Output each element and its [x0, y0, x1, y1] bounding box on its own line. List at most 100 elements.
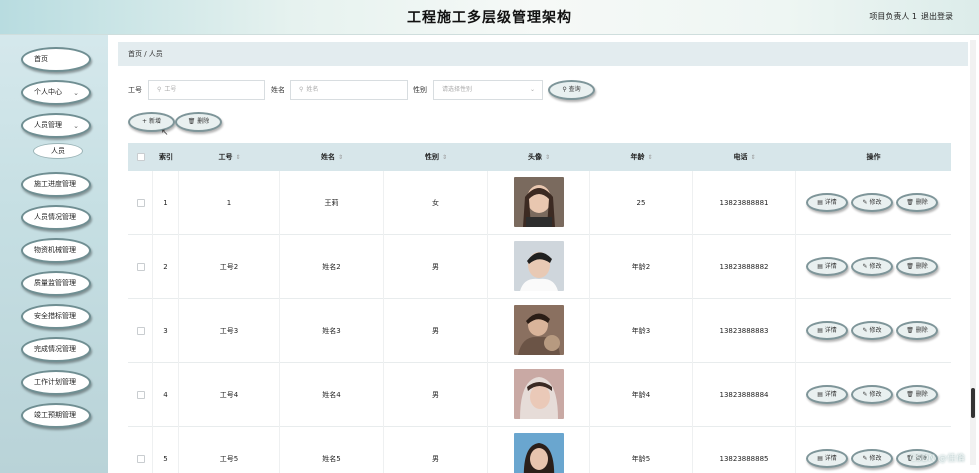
sidebar-item-label: 物资机械管理 [34, 246, 76, 254]
sidebar-item-personal-center[interactable]: 个人中心 ⌄ [21, 80, 91, 105]
scrollbar-thumb[interactable] [971, 388, 975, 418]
sidebar-item-label: 完成情况管理 [34, 345, 76, 353]
sidebar-item-progress[interactable]: 施工进度管理 [21, 172, 91, 197]
col-header-phone[interactable]: 电话 ⇕ [693, 143, 796, 171]
top-bar: 工程施工多层级管理架构 项目负责人 1 退出登录 [0, 0, 979, 35]
row-checkbox[interactable] [137, 455, 145, 463]
col-header-name[interactable]: 姓名 ⇕ [280, 143, 384, 171]
trash-icon: 🗑 [906, 199, 916, 206]
row-checkbox[interactable] [137, 263, 145, 271]
cell-age: 年龄5 [590, 427, 693, 473]
detail-button[interactable]: ▤ 详情 [806, 321, 848, 340]
cell-index: 4 [153, 363, 179, 427]
trash-icon: 🗑 [187, 118, 198, 125]
edit-button[interactable]: ✎ 修改 [851, 321, 893, 340]
cell-age: 25 [590, 171, 693, 235]
detail-button[interactable]: ▤ 详情 [806, 449, 848, 468]
sidebar-item-materials[interactable]: 物资机械管理 [21, 238, 91, 263]
cell-gender: 男 [384, 299, 488, 363]
sidebar-subitem-staff[interactable]: 人员 [33, 143, 83, 159]
sidebar-item-label: 安全措标管理 [34, 312, 76, 320]
edit-button[interactable]: ✎ 修改 [851, 257, 893, 276]
chevron-down-icon: ⌄ [73, 122, 79, 130]
detail-button[interactable]: ▤ 详情 [806, 385, 848, 404]
cell-index: 2 [153, 235, 179, 299]
cell-avatar [488, 299, 590, 363]
staff-table: 索引 工号 ⇕ 姓名 ⇕ 性别 ⇕ 头像 ⇕ 年龄 ⇕ 电话 ⇕ 操作 1 1 王莉 女 2… [128, 143, 951, 473]
sidebar-item-staff-management[interactable]: 人员管理 ⌄ [21, 113, 91, 138]
document-icon: ▤ [817, 327, 825, 334]
mouse-cursor-icon: ↖ [161, 128, 169, 138]
row-checkbox[interactable] [137, 327, 145, 335]
col-header-age[interactable]: 年龄 ⇕ [590, 143, 693, 171]
cell-phone: 13823888885 [693, 427, 796, 473]
sort-icon: ⇕ [235, 154, 241, 161]
sidebar-item-quality[interactable]: 质量监管管理 [21, 271, 91, 296]
sidebar-item-work-plan[interactable]: 工作计划管理 [21, 370, 91, 395]
document-icon: ▤ [817, 199, 825, 206]
breadcrumb: 首页 / 人员 [118, 42, 968, 66]
sort-icon: ⇕ [441, 154, 448, 161]
select-all-checkbox[interactable] [137, 153, 145, 161]
row-checkbox[interactable] [137, 391, 145, 399]
batch-delete-button[interactable]: 🗑 删除 [175, 112, 222, 132]
gonghao-input[interactable]: ⚲ 工号 [148, 80, 265, 100]
cell-phone: 13823888882 [693, 235, 796, 299]
name-label: 姓名 [271, 86, 285, 94]
table-row: 4 工号4 姓名4 男 年龄4 13823888884 ▤ 详情 ✎ 修改 🗑 … [128, 363, 951, 427]
table-row: 1 1 王莉 女 25 13823888881 ▤ 详情 ✎ 修改 🗑 删除 [128, 171, 951, 235]
detail-button[interactable]: ▤ 详情 [806, 257, 848, 276]
trash-icon: 🗑 [906, 391, 916, 398]
name-input[interactable]: ⚲ 姓名 [290, 80, 408, 100]
cell-name: 姓名5 [280, 427, 384, 473]
edit-button[interactable]: ✎ 修改 [851, 449, 893, 468]
cell-gender: 男 [384, 427, 488, 473]
row-checkbox[interactable] [137, 199, 145, 207]
cell-gonghao: 工号2 [179, 235, 280, 299]
document-icon: ▤ [817, 391, 825, 398]
cell-index: 1 [153, 171, 179, 235]
avatar [514, 305, 564, 355]
cell-gonghao: 工号5 [179, 427, 280, 473]
sidebar-item-home[interactable]: 首页 [21, 47, 91, 72]
table-row: 2 工号2 姓名2 男 年龄2 13823888882 ▤ 详情 ✎ 修改 🗑 … [128, 235, 951, 299]
delete-button[interactable]: 🗑 删除 [896, 257, 938, 276]
col-header-gonghao[interactable]: 工号 ⇕ [179, 143, 280, 171]
delete-button[interactable]: 🗑 删除 [896, 321, 938, 340]
logout-link[interactable]: 退出登录 [921, 11, 953, 22]
detail-button[interactable]: ▤ 详情 [806, 193, 848, 212]
cell-age: 年龄4 [590, 363, 693, 427]
gender-label: 性别 [413, 86, 427, 94]
cell-gonghao: 工号3 [179, 299, 280, 363]
sidebar-item-completion[interactable]: 完成情况管理 [21, 337, 91, 362]
sidebar-item-completion-forecast[interactable]: 竣工预期管理 [21, 403, 91, 428]
cell-gender: 男 [384, 235, 488, 299]
table-header: 索引 工号 ⇕ 姓名 ⇕ 性别 ⇕ 头像 ⇕ 年龄 ⇕ 电话 ⇕ 操作 [128, 143, 951, 171]
col-header-avatar[interactable]: 头像 ⇕ [488, 143, 590, 171]
cell-gonghao: 工号4 [179, 363, 280, 427]
document-icon: ▤ [817, 263, 825, 270]
cell-avatar [488, 363, 590, 427]
gender-select[interactable]: 请选择性别 ⌄ [433, 80, 543, 100]
cell-gender: 男 [384, 363, 488, 427]
cell-avatar [488, 427, 590, 473]
main-content: 首页 / 人员 工号 ⚲ 工号 姓名 ⚲ 姓名 性别 请选择性别 ⌄ ⚲ 查询 + … [108, 35, 979, 473]
sort-icon: ⇕ [647, 154, 653, 161]
search-button[interactable]: ⚲ 查询 [548, 80, 595, 100]
edit-button[interactable]: ✎ 修改 [851, 385, 893, 404]
edit-button[interactable]: ✎ 修改 [851, 193, 893, 212]
sidebar-item-label: 质量监管管理 [34, 279, 76, 287]
delete-button[interactable]: 🗑 删除 [896, 193, 938, 212]
cell-age: 年龄3 [590, 299, 693, 363]
sidebar-item-safety[interactable]: 安全措标管理 [21, 304, 91, 329]
delete-button[interactable]: 🗑 删除 [896, 385, 938, 404]
chevron-down-icon: ⌄ [529, 86, 535, 93]
cell-actions: ▤ 详情 ✎ 修改 🗑 删除 [796, 427, 951, 473]
avatar [514, 433, 564, 473]
sidebar-item-label: 施工进度管理 [34, 180, 76, 188]
sidebar-item-staff-status[interactable]: 人员情况管理 [21, 205, 91, 230]
col-header-gender[interactable]: 性别 ⇕ [384, 143, 488, 171]
sort-icon: ⇕ [544, 154, 551, 161]
plus-icon: + [142, 118, 149, 125]
sidebar-item-label: 人员情况管理 [34, 213, 76, 221]
